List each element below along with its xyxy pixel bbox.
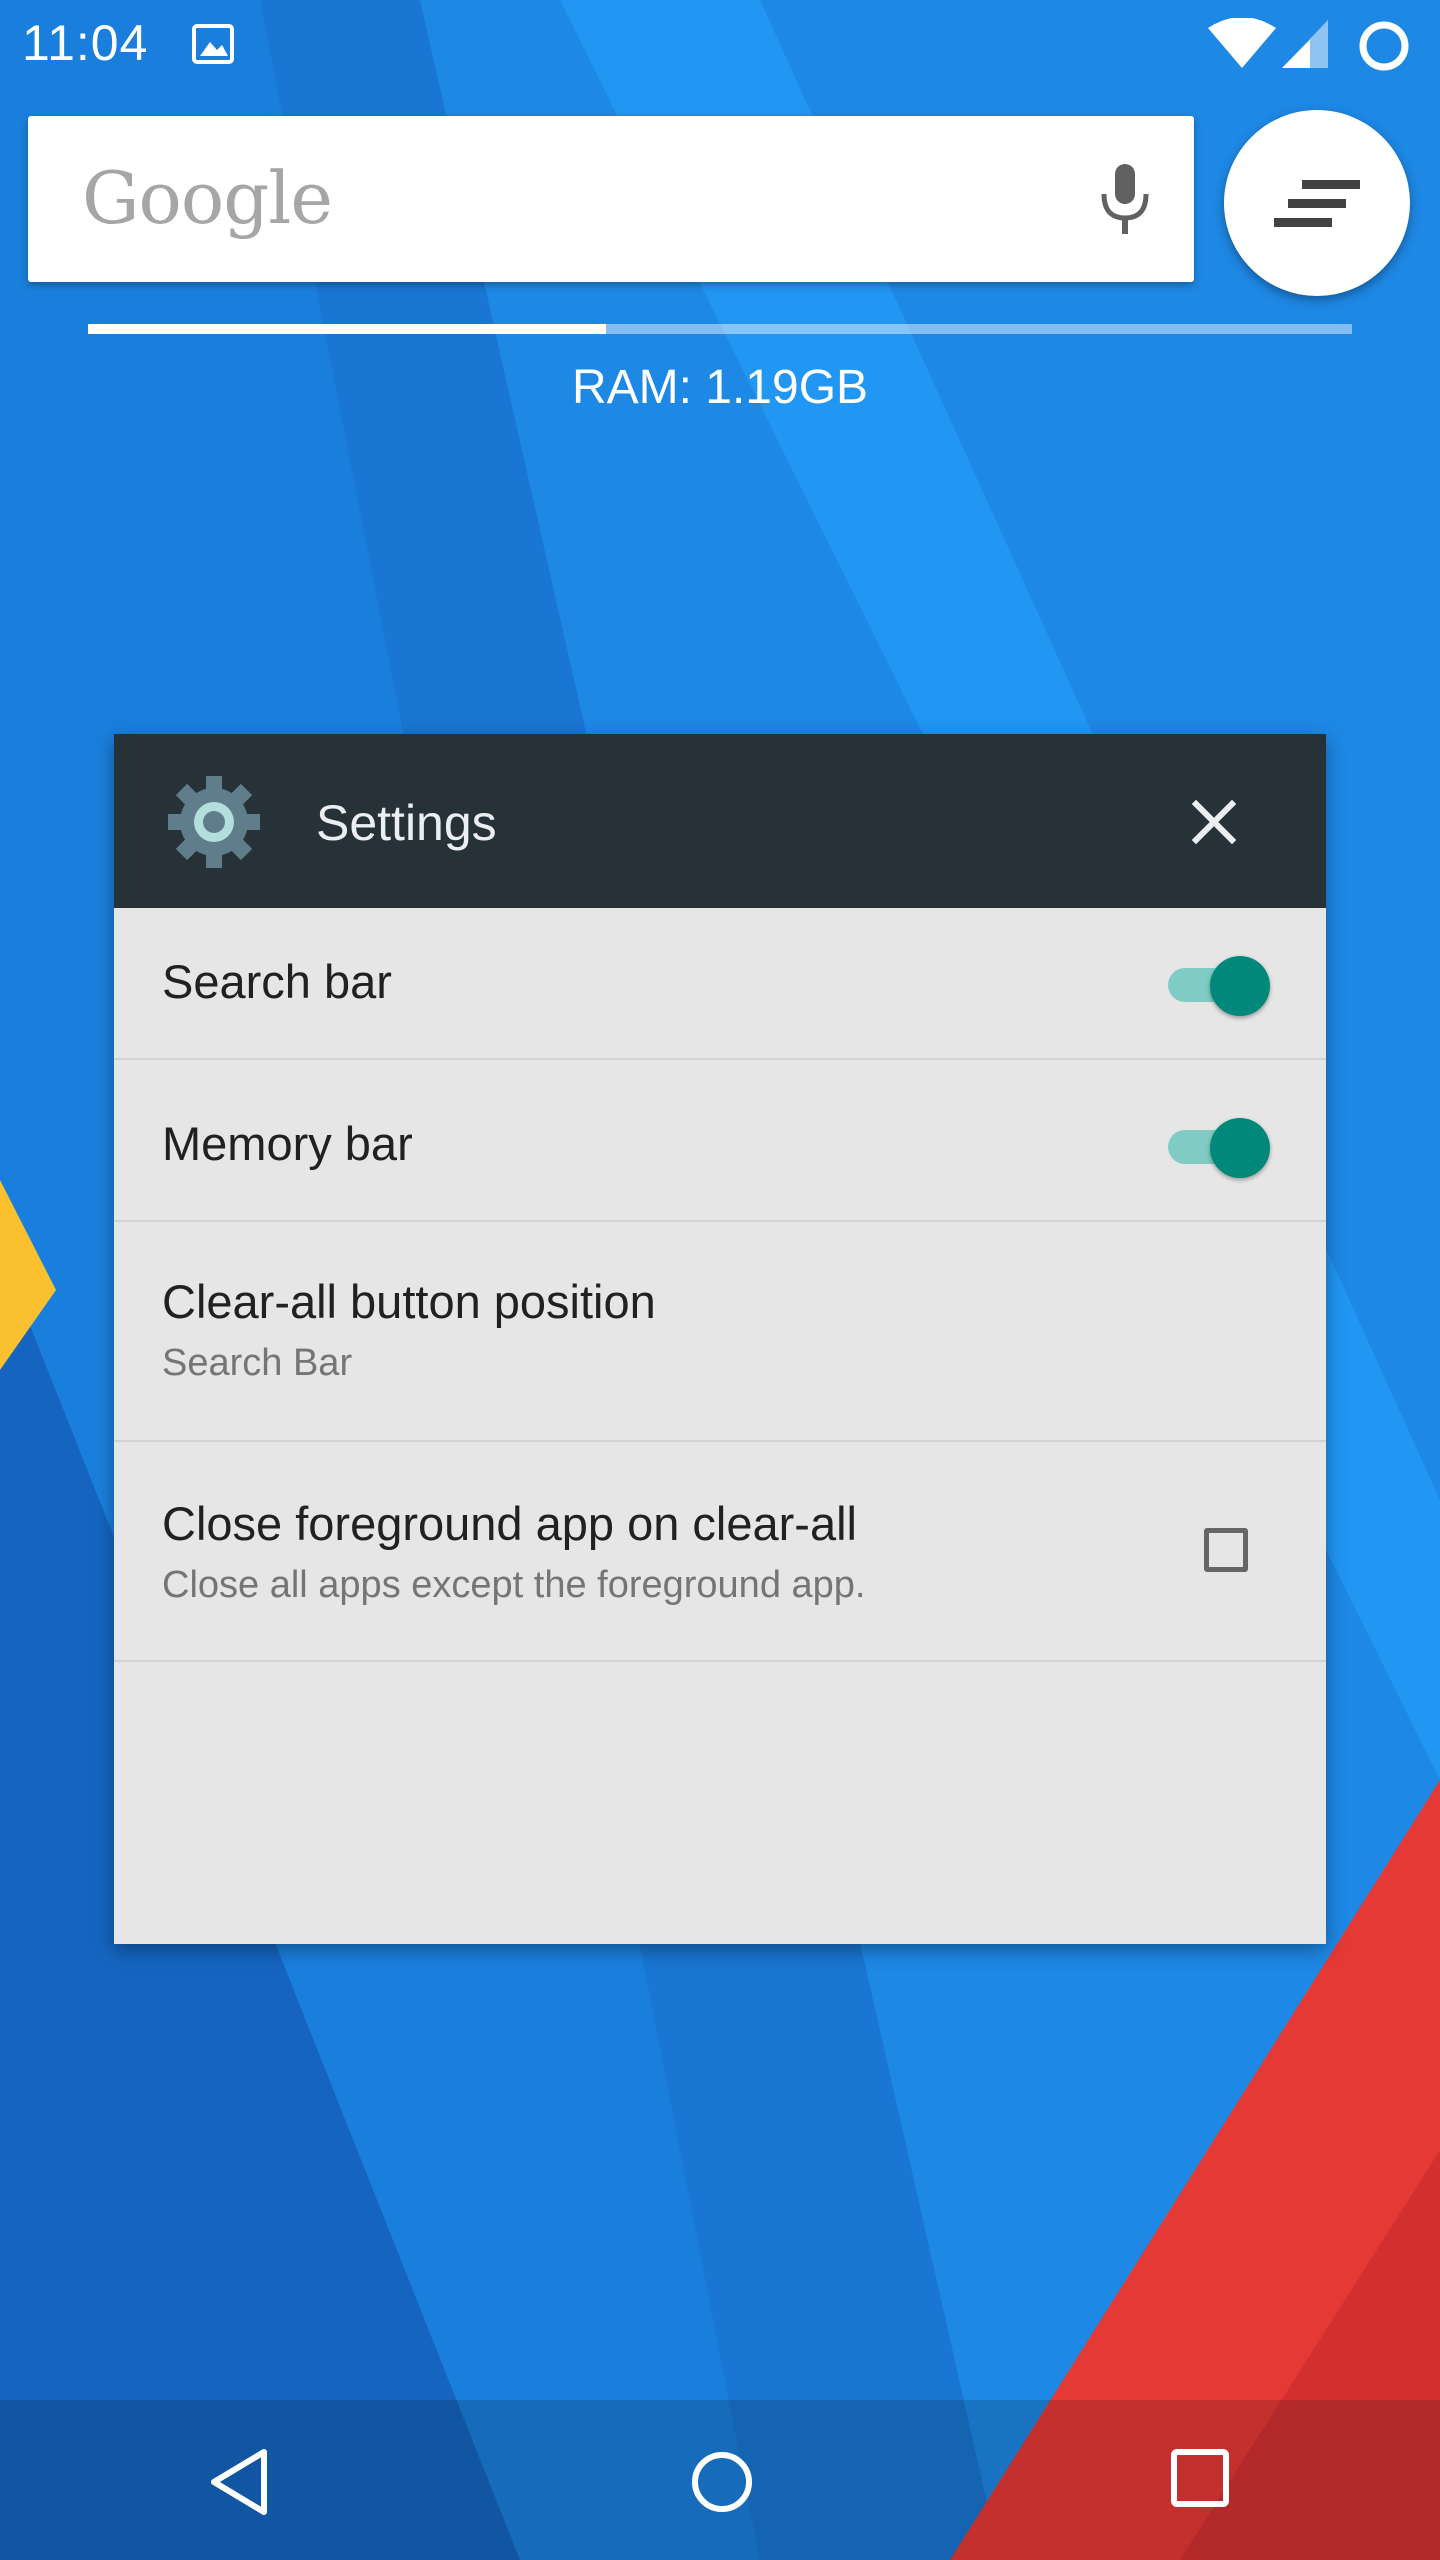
- setting-clear-all-position-label: Clear-all button position: [162, 1275, 656, 1328]
- clear-all-button[interactable]: [1224, 110, 1410, 296]
- sync-icon: [1359, 21, 1409, 71]
- status-time: 11:04: [22, 15, 149, 71]
- setting-memory-bar[interactable]: Memory bar: [114, 1060, 1326, 1222]
- wifi-icon: [1208, 18, 1276, 68]
- setting-memory-bar-label: Memory bar: [162, 1117, 413, 1170]
- setting-close-foreground-label: Close foreground app on clear-all: [162, 1497, 857, 1550]
- close-icon[interactable]: [1178, 786, 1250, 858]
- switch-thumb: [1210, 1118, 1270, 1178]
- settings-gear-icon: [168, 776, 260, 868]
- memory-bar-switch[interactable]: [1164, 1110, 1270, 1180]
- setting-search-bar[interactable]: Search bar: [114, 908, 1326, 1060]
- switch-thumb: [1210, 956, 1270, 1016]
- settings-card: Settings Search bar Memory bar Clear-all…: [114, 734, 1326, 1944]
- status-bar: 11:04: [0, 0, 1440, 88]
- recents-icon[interactable]: [1168, 2446, 1232, 2510]
- google-logo: Google: [82, 156, 333, 240]
- setting-search-bar-label: Search bar: [162, 955, 392, 1008]
- clear-all-icon: [1274, 180, 1360, 227]
- setting-clear-all-position[interactable]: Clear-all button position Search Bar: [114, 1222, 1326, 1442]
- setting-close-foreground-summary: Close all apps except the foreground app…: [162, 1564, 866, 1606]
- mic-icon[interactable]: [1090, 162, 1160, 238]
- settings-header: Settings: [114, 734, 1326, 908]
- search-bar[interactable]: Google: [28, 116, 1194, 282]
- setting-clear-all-position-value: Search Bar: [162, 1342, 353, 1384]
- close-foreground-checkbox[interactable]: [1204, 1528, 1248, 1572]
- setting-close-foreground[interactable]: Close foreground app on clear-all Close …: [114, 1442, 1326, 1662]
- image-notification-icon: [192, 24, 234, 64]
- search-bar-switch[interactable]: [1164, 948, 1270, 1018]
- memory-bar-fill: [88, 324, 607, 334]
- memory-bar: [88, 324, 1352, 334]
- home-icon[interactable]: [686, 2446, 758, 2518]
- back-icon[interactable]: [206, 2446, 278, 2518]
- memory-label: RAM: 1.19GB: [571, 361, 869, 414]
- settings-title: Settings: [316, 795, 497, 851]
- navigation-bar: [0, 2404, 1440, 2560]
- cellular-signal-icon: [1282, 20, 1328, 68]
